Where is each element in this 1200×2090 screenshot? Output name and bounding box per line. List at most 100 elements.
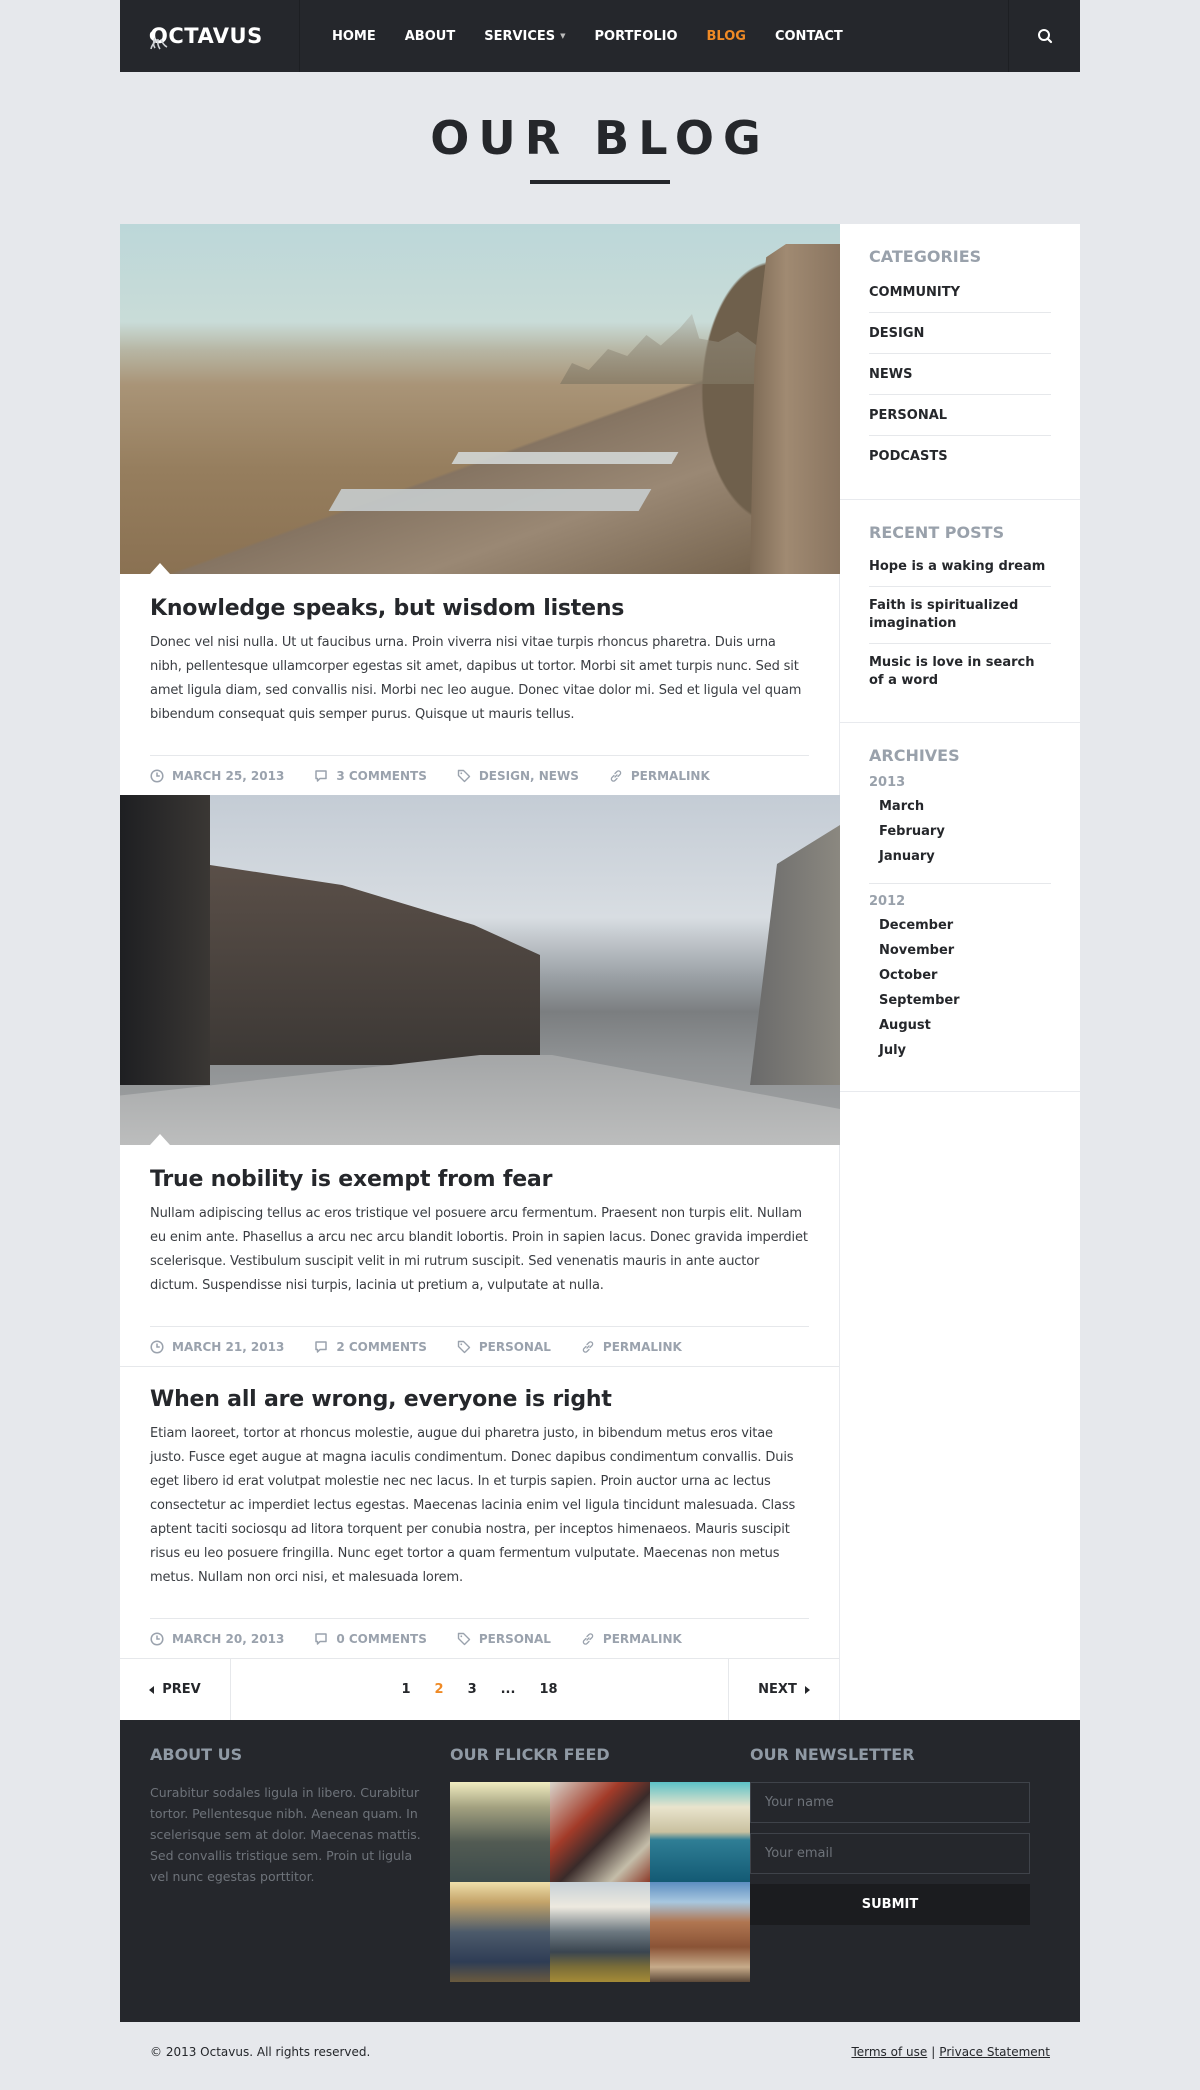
post-image-street[interactable] — [120, 795, 840, 1145]
post-comments-text: 2 COMMENTS — [336, 1339, 427, 1354]
flickr-grid — [450, 1782, 750, 1982]
image-street — [120, 1055, 840, 1145]
archive-month[interactable]: November — [869, 938, 1051, 963]
logo[interactable]: OCTAVUS — [120, 0, 300, 72]
link-icon — [610, 769, 622, 782]
nav-about-label: ABOUT — [404, 28, 456, 44]
flickr-photo[interactable] — [650, 1782, 750, 1882]
clock-icon — [150, 1631, 164, 1646]
recent-post-link[interactable]: Hope is a waking dream — [869, 548, 1051, 587]
about-title: ABOUT US — [150, 1745, 243, 1764]
footer-flickr: OUR FLICKR FEED — [450, 1745, 750, 1997]
post-title[interactable]: Knowledge speaks, but wisdom listens — [150, 596, 809, 621]
archive-month[interactable]: October — [869, 963, 1051, 988]
post-comments[interactable]: 2 COMMENTS — [314, 1340, 427, 1354]
nav-contact[interactable]: CONTACT — [775, 29, 843, 44]
recent-post-link[interactable]: Faith is spiritualized imagination — [869, 587, 1051, 644]
search-icon — [1037, 29, 1052, 44]
nav-services-label: SERVICES — [484, 28, 556, 44]
page-3[interactable]: 3 — [468, 1682, 477, 1697]
nav-home[interactable]: HOME — [332, 29, 376, 44]
blog-posts: Knowledge speaks, but wisdom listens Don… — [120, 224, 840, 1720]
caret-left-icon — [149, 1685, 155, 1694]
caret-down-icon: ▼ — [560, 32, 566, 40]
octopus-icon — [149, 31, 168, 50]
page-2-current[interactable]: 2 — [435, 1682, 444, 1697]
post-tags[interactable]: DESIGN, NEWS — [457, 769, 579, 783]
tag-icon — [457, 769, 471, 782]
blog-post: When all are wrong, everyone is right Et… — [120, 1366, 839, 1658]
post-title[interactable]: True nobility is exempt from fear — [150, 1167, 809, 1192]
archive-month[interactable]: March — [869, 794, 1051, 819]
post-comments-text: 0 COMMENTS — [336, 1631, 427, 1646]
post-date[interactable]: MARCH 25, 2013 — [150, 769, 284, 783]
archive-month[interactable]: September — [869, 988, 1051, 1013]
next-page-button[interactable]: NEXT — [728, 1659, 839, 1720]
image-building-left — [120, 795, 210, 1085]
flickr-photo[interactable] — [650, 1882, 750, 1982]
main-nav: HOME ABOUT SERVICES ▼ PORTFOLIO BLOG CONT… — [300, 0, 1008, 72]
post-meta: MARCH 25, 2013 3 COMMENTS DESIGN, NEWS P… — [150, 755, 809, 795]
post-permalink[interactable]: PERMALINK — [581, 1340, 682, 1354]
image-buildings — [210, 865, 540, 1065]
category-podcasts[interactable]: PODCASTS — [869, 436, 1051, 477]
post-tags-text: DESIGN, NEWS — [478, 768, 579, 783]
image-tower — [750, 244, 840, 574]
post-comments[interactable]: 3 COMMENTS — [314, 769, 427, 783]
terms-link[interactable]: Terms of use — [851, 2045, 927, 2059]
post-permalink[interactable]: PERMALINK — [609, 769, 710, 783]
blog-post: Knowledge speaks, but wisdom listens Don… — [120, 224, 840, 795]
flickr-photo[interactable] — [450, 1782, 550, 1882]
category-personal[interactable]: PERSONAL — [869, 395, 1051, 436]
archive-month[interactable]: December — [869, 913, 1051, 938]
page-1[interactable]: 1 — [401, 1682, 410, 1697]
archive-month[interactable]: July — [869, 1038, 1051, 1063]
post-title[interactable]: When all are wrong, everyone is right — [150, 1387, 809, 1412]
recent-post-link[interactable]: Music is love in search of a word — [869, 644, 1051, 700]
archive-month[interactable]: August — [869, 1013, 1051, 1038]
nav-portfolio[interactable]: PORTFOLIO — [595, 29, 678, 44]
nav-portfolio-label: PORTFOLIO — [594, 28, 678, 44]
blog-post: True nobility is exempt from fear Nullam… — [120, 795, 840, 1366]
archive-month[interactable]: February — [869, 819, 1051, 844]
link-icon — [582, 1632, 594, 1645]
archive-month[interactable]: January — [869, 844, 1051, 869]
category-community[interactable]: COMMUNITY — [869, 272, 1051, 313]
footer-newsletter: OUR NEWSLETTER SUBMIT — [750, 1745, 1050, 1997]
post-excerpt: Etiam laoreet, tortor at rhoncus molesti… — [150, 1426, 796, 1585]
newsletter-name-input[interactable] — [750, 1782, 1030, 1823]
post-tags[interactable]: PERSONAL — [457, 1340, 551, 1354]
page-18[interactable]: 18 — [539, 1682, 557, 1697]
archive-year: 2012 — [869, 894, 906, 909]
nav-home-label: HOME — [332, 28, 376, 44]
nav-services[interactable]: SERVICES ▼ — [484, 29, 565, 44]
nav-blog-label: BLOG — [706, 28, 746, 44]
prev-page-button[interactable]: PREV — [120, 1659, 231, 1720]
flickr-photo[interactable] — [550, 1882, 650, 1982]
nav-blog[interactable]: BLOG — [707, 29, 746, 44]
post-tags[interactable]: PERSONAL — [457, 1632, 551, 1646]
post-image-harbor[interactable] — [120, 224, 840, 574]
post-permalink-text: PERMALINK — [602, 1339, 682, 1354]
page-title: OUR BLOG — [430, 111, 770, 165]
post-comments[interactable]: 0 COMMENTS — [314, 1632, 427, 1646]
category-news[interactable]: NEWS — [869, 354, 1051, 395]
flickr-title: OUR FLICKR FEED — [450, 1745, 610, 1764]
flickr-photo[interactable] — [550, 1782, 650, 1882]
newsletter-email-input[interactable] — [750, 1833, 1030, 1874]
flickr-photo[interactable] — [450, 1882, 550, 1982]
pagination: PREV 1 2 3 ... 18 NEXT — [120, 1658, 839, 1720]
post-permalink[interactable]: PERMALINK — [581, 1632, 682, 1646]
privacy-link[interactable]: Privace Statement — [939, 2045, 1050, 2059]
post-tags-text: PERSONAL — [478, 1339, 551, 1354]
category-design[interactable]: DESIGN — [869, 313, 1051, 354]
clock-icon — [150, 1339, 164, 1354]
nav-about[interactable]: ABOUT — [405, 29, 455, 44]
caret-right-icon — [804, 1685, 810, 1694]
search-button[interactable] — [1008, 0, 1080, 72]
post-date[interactable]: MARCH 20, 2013 — [150, 1632, 284, 1646]
tag-icon — [457, 1340, 471, 1353]
newsletter-submit-button[interactable]: SUBMIT — [750, 1884, 1030, 1925]
post-date[interactable]: MARCH 21, 2013 — [150, 1340, 284, 1354]
post-excerpt: Donec vel nisi nulla. Ut ut faucibus urn… — [150, 635, 802, 722]
